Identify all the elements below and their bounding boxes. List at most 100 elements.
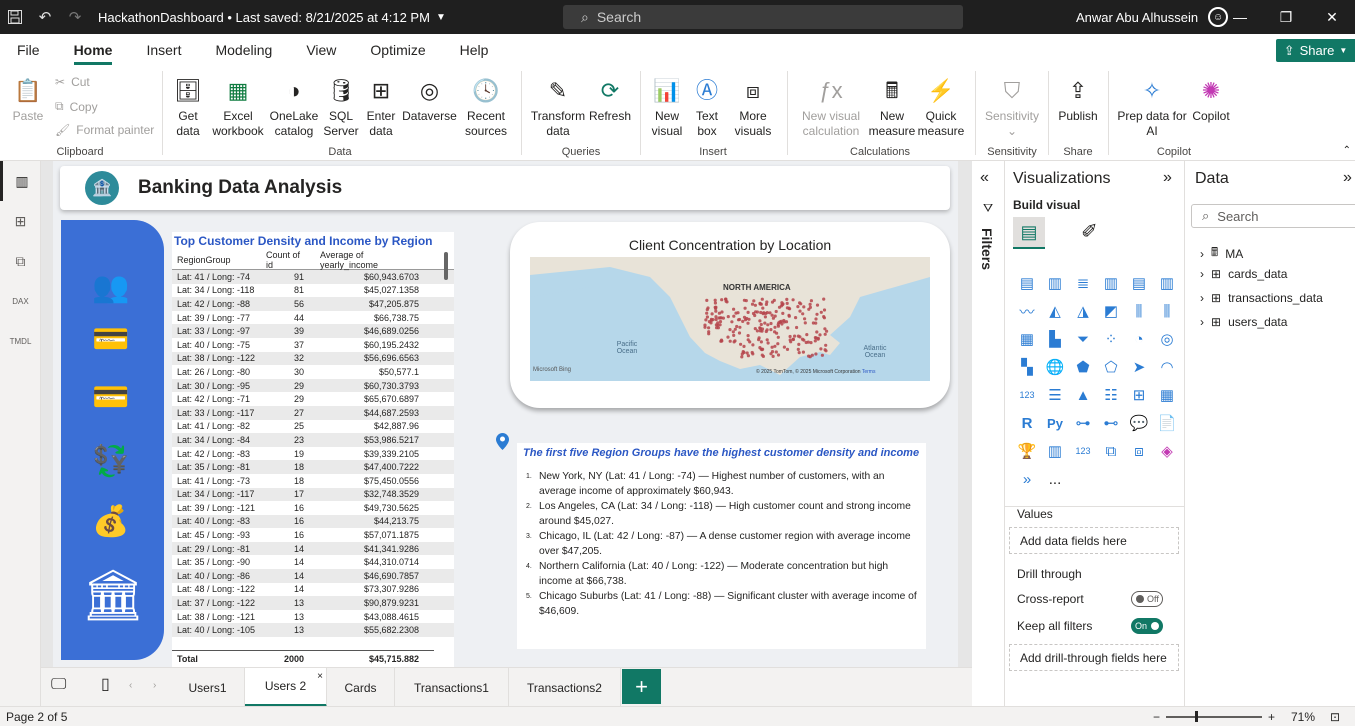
table-row[interactable]: Lat: 26 / Long: -80 30 $50,577.1 [172, 365, 454, 379]
funnel-icon[interactable]: ⏷ [1069, 325, 1097, 353]
map-point[interactable] [731, 330, 735, 334]
map-point[interactable] [785, 347, 790, 351]
map-point[interactable] [768, 311, 772, 315]
donut-chart-icon[interactable]: ◎ [1153, 325, 1181, 353]
map-point[interactable] [744, 299, 748, 303]
copy-button[interactable]: ⧉ Copy [55, 99, 98, 114]
map-point[interactable] [819, 347, 823, 351]
map-point[interactable] [803, 321, 807, 325]
map-point[interactable] [807, 354, 811, 358]
map-point[interactable] [788, 338, 792, 342]
chevron-down-icon[interactable]: ▼ [436, 12, 446, 23]
shape-map-icon[interactable]: ⬠ [1097, 353, 1125, 381]
new-measure-button[interactable]: 🖩 New measure [868, 71, 916, 139]
sql-server-button[interactable]: 🛢 SQL Server [322, 71, 360, 139]
map-point[interactable] [714, 309, 718, 313]
100-stacked-bar-chart-icon[interactable]: ▤ [1125, 269, 1153, 297]
map-point[interactable] [759, 322, 763, 327]
report-view-icon[interactable]: ▥ [0, 161, 41, 201]
map-point[interactable] [714, 317, 718, 322]
map-point[interactable] [740, 355, 744, 359]
onelake-catalog-button[interactable]: ◑ OneLake catalog [268, 71, 320, 139]
add-page-button[interactable]: + [622, 669, 661, 704]
table-row[interactable]: Lat: 38 / Long: -122 32 $56,696.6563 [172, 351, 454, 366]
map-point[interactable] [797, 351, 801, 355]
user-account[interactable]: Anwar Abu Alhussein ☺ [1076, 0, 1229, 34]
map-point[interactable] [734, 311, 738, 315]
map-point[interactable] [773, 344, 777, 348]
map-point[interactable] [732, 314, 736, 318]
map-point[interactable] [815, 330, 819, 334]
menu-help[interactable]: Help [443, 34, 506, 67]
build-visual-icon[interactable]: ▤ [1013, 217, 1045, 249]
map-point[interactable] [820, 353, 824, 357]
map-point[interactable] [750, 350, 754, 355]
map-point[interactable] [724, 297, 728, 301]
map-point[interactable] [769, 328, 773, 332]
transform-data-button[interactable]: ✎ Transform data [528, 71, 588, 139]
enter-data-button[interactable]: ⊞ Enter data [362, 71, 400, 139]
map-point[interactable] [791, 337, 795, 341]
map-point[interactable] [728, 339, 732, 343]
table-row[interactable]: Lat: 34 / Long: -118 81 $45,027.1358 [172, 284, 454, 298]
map-point[interactable] [746, 338, 750, 342]
map-point[interactable] [733, 327, 737, 331]
map-point[interactable] [766, 323, 770, 327]
treemap-icon[interactable]: ▚ [1013, 353, 1041, 381]
map-point[interactable] [742, 350, 746, 355]
table-row[interactable]: Lat: 41 / Long: -82 25 $42,887.96 [172, 420, 454, 434]
table-item-transactions-data[interactable]: › ⊞ transactions_data [1200, 291, 1323, 305]
stacked-area-chart-icon[interactable]: ◮ [1069, 297, 1097, 325]
map-point[interactable] [798, 309, 802, 313]
tab-transactions1[interactable]: Transactions1 [395, 668, 509, 707]
map-point[interactable] [793, 334, 797, 338]
table-row[interactable]: Lat: 40 / Long: -83 16 $44,213.75 [172, 514, 454, 529]
map-point[interactable] [803, 317, 807, 321]
map-point[interactable] [726, 315, 730, 319]
map-point[interactable] [809, 299, 813, 303]
table-row[interactable]: Lat: 30 / Long: -95 29 $60,730.3793 [172, 378, 454, 393]
slicer-icon[interactable]: ☷ [1097, 381, 1125, 409]
map-point[interactable] [714, 323, 718, 327]
map-point[interactable] [758, 302, 762, 306]
clustered-column-chart-icon[interactable]: ▥ [1097, 269, 1125, 297]
map-point[interactable] [785, 297, 789, 301]
zoom-in-icon[interactable]: + [1268, 710, 1275, 724]
next-page-icon[interactable]: › [153, 680, 156, 691]
map-point[interactable] [773, 314, 777, 318]
filters-pane-collapsed[interactable]: « ⛛ Filters [972, 161, 1005, 706]
map-point[interactable] [720, 298, 724, 302]
quick-measure-button[interactable]: ⚡ Quick measure [916, 71, 966, 139]
map-point[interactable] [773, 325, 777, 329]
map-point[interactable] [765, 338, 769, 342]
map-point[interactable] [738, 325, 742, 329]
tab-transactions2[interactable]: Transactions2 [509, 668, 621, 707]
map-point[interactable] [713, 298, 717, 302]
col-header-income[interactable]: Average of yearly_income [314, 250, 429, 270]
map-point[interactable] [719, 338, 724, 342]
map-point[interactable] [709, 317, 713, 321]
pie-chart-icon[interactable]: ◔ [1125, 325, 1153, 353]
map-point[interactable] [779, 304, 783, 308]
sensitivity-button[interactable]: ⛉ Sensitivity ⌄ [982, 71, 1042, 139]
map-point[interactable] [801, 350, 805, 354]
table-row[interactable]: Lat: 42 / Long: -83 19 $39,339.2105 [172, 447, 454, 461]
map-point[interactable] [769, 352, 773, 356]
map-point[interactable] [800, 337, 805, 341]
menu-insert[interactable]: Insert [129, 34, 198, 67]
card-icon[interactable]: 123 [1013, 381, 1041, 409]
map-point[interactable] [755, 310, 759, 314]
table-row[interactable]: Lat: 34 / Long: -84 23 $53,986.5217 [172, 433, 454, 447]
map-point[interactable] [759, 340, 763, 344]
map-point[interactable] [816, 337, 820, 341]
map-point[interactable] [719, 316, 723, 320]
region-table[interactable]: Top Customer Density and Income by Regio… [172, 232, 454, 668]
key-influencers-icon[interactable]: ⊶ [1069, 409, 1097, 437]
format-visual-icon[interactable]: ✐ [1081, 219, 1098, 244]
close-tab-icon[interactable]: × [317, 671, 323, 682]
map-point[interactable] [819, 310, 823, 314]
waterfall-chart-icon[interactable]: ▙ [1041, 325, 1069, 353]
table-scrollbar[interactable] [444, 252, 448, 280]
chevron-visual-icon[interactable]: » [1013, 465, 1041, 493]
map-point[interactable] [787, 314, 791, 318]
